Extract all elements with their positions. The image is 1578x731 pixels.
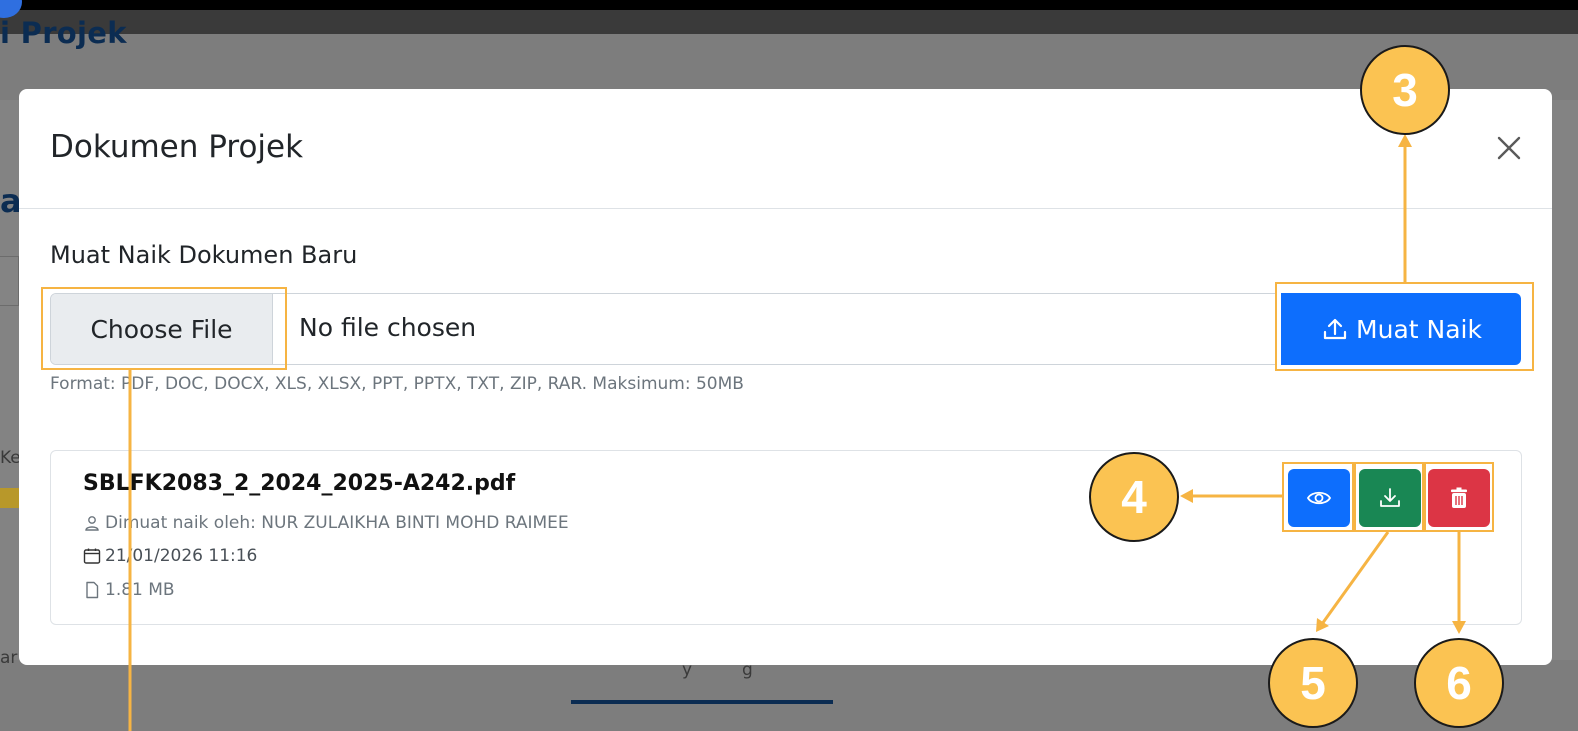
calendar-icon	[83, 548, 101, 564]
file-icon	[86, 581, 99, 599]
highlight-choose-file	[41, 287, 287, 370]
modal-title: Dokumen Projek	[50, 129, 304, 165]
document-size: 1.81 MB	[83, 580, 175, 600]
file-status-text: No file chosen	[299, 313, 477, 342]
background-tab-fragment: ar	[0, 648, 18, 668]
document-uploader-text: Dimuat naik oleh: NUR ZULAIKHA BINTI MOH…	[105, 513, 569, 533]
background-progress-bar	[0, 488, 19, 508]
highlight-upload-button	[1275, 282, 1534, 371]
user-icon	[85, 516, 99, 531]
top-bar-strip	[0, 10, 1578, 34]
callout-5: 5	[1268, 638, 1358, 728]
highlight-delete-button	[1424, 462, 1494, 532]
highlight-download-button	[1354, 462, 1424, 532]
callout-3: 3	[1360, 45, 1450, 135]
callout-6: 6	[1414, 638, 1504, 728]
background-active-tab-indicator	[571, 700, 833, 704]
background-label-fragment: Ke	[0, 448, 19, 468]
format-hint: Format: PDF, DOC, DOCX, XLS, XLSX, PPT, …	[50, 374, 744, 394]
close-icon	[1497, 136, 1521, 160]
background-page-title: i Projek	[0, 16, 127, 50]
background-input	[0, 256, 19, 306]
document-date: 21/01/2026 11:16	[83, 546, 257, 566]
documents-modal: Dokumen Projek Muat Naik Dokumen Baru Ch…	[19, 89, 1552, 665]
top-bar	[0, 0, 1578, 10]
highlight-view-button	[1282, 462, 1354, 532]
document-uploader: Dimuat naik oleh: NUR ZULAIKHA BINTI MOH…	[83, 513, 569, 533]
background-heading-fragment: a	[0, 182, 19, 220]
modal-header: Dokumen Projek	[19, 89, 1552, 209]
document-size-text: 1.81 MB	[105, 580, 175, 600]
callout-4: 4	[1089, 452, 1179, 542]
document-file-name: SBLFK2083_2_2024_2025-A242.pdf	[83, 471, 516, 496]
upload-section-label: Muat Naik Dokumen Baru	[50, 241, 358, 269]
document-date-text: 21/01/2026 11:16	[105, 546, 258, 566]
close-button[interactable]	[1492, 131, 1526, 165]
